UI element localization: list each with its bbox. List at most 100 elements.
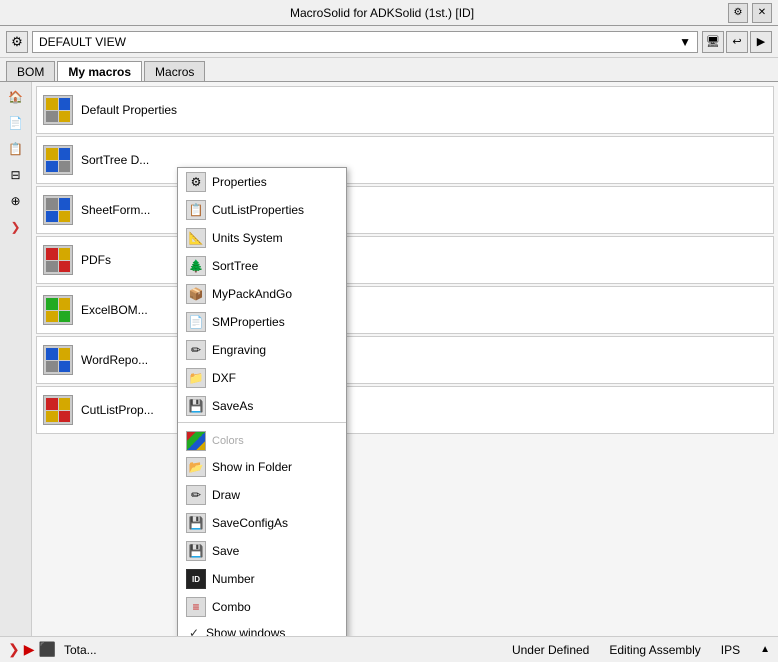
tab-macros[interactable]: Macros bbox=[144, 61, 205, 81]
menu-label-sorttree: SortTree bbox=[212, 259, 258, 273]
tab-bar: BOM My macros Macros bbox=[0, 58, 778, 82]
settings-button[interactable]: ⚙ bbox=[728, 3, 748, 23]
menu-item-properties[interactable]: ⚙ Properties bbox=[178, 168, 346, 196]
menu-label-smproperties: SMProperties bbox=[212, 315, 285, 329]
status-total-label: Tota... bbox=[64, 643, 97, 657]
menu-label-colors: Colors bbox=[212, 435, 244, 447]
macro-item-default-properties[interactable]: Default Properties bbox=[36, 86, 774, 134]
status-editing-assembly: Editing Assembly bbox=[609, 643, 700, 657]
menu-item-showwindows[interactable]: ✓ Show windows bbox=[178, 621, 346, 636]
smproperties-icon: 📄 bbox=[186, 312, 206, 332]
menu-item-save[interactable]: 💾 Save bbox=[178, 537, 346, 565]
properties-icon: ⚙ bbox=[186, 172, 206, 192]
menu-label-dxf: DXF bbox=[212, 371, 236, 385]
view-dropdown-label: DEFAULT VIEW bbox=[39, 35, 126, 49]
menu-label-engraving: Engraving bbox=[212, 343, 266, 357]
sidebar-icon-list[interactable]: 📋 bbox=[5, 138, 27, 160]
colors-section-icon bbox=[186, 431, 206, 451]
toolbar-gear-button[interactable]: ⚙ bbox=[6, 31, 28, 53]
macro-label-wordrepo: WordRepo... bbox=[81, 353, 148, 367]
menu-label-showwindows: Show windows bbox=[206, 626, 285, 636]
toolbar-icon-3[interactable]: ▶ bbox=[750, 31, 772, 53]
macro-icon-cutlistprop bbox=[43, 395, 73, 425]
title-bar-controls: ⚙ ✕ bbox=[728, 3, 772, 23]
menu-item-engraving[interactable]: ✏ Engraving bbox=[178, 336, 346, 364]
toolbar-action-icons: 🖥 ↩ ▶ bbox=[702, 31, 772, 53]
context-menu: ⚙ Properties 📋 CutListProperties 📐 Units… bbox=[177, 167, 347, 636]
menu-label-combo: Combo bbox=[212, 600, 251, 614]
status-bar: ❯ ▶ ⬛ Tota... Under Defined Editing Asse… bbox=[0, 636, 778, 662]
status-under-defined: Under Defined bbox=[512, 643, 589, 657]
save-icon: 💾 bbox=[186, 541, 206, 561]
menu-label-number: Number bbox=[212, 572, 255, 586]
status-left: ❯ ▶ ⬛ Tota... bbox=[8, 641, 97, 658]
title-bar-title: MacroSolid for ADKSolid (1st.) [ID] bbox=[36, 6, 728, 20]
sidebar-icon-grid[interactable]: ⊟ bbox=[5, 164, 27, 186]
tab-mymacros[interactable]: My macros bbox=[57, 61, 142, 81]
status-arrow-up[interactable]: ▲ bbox=[760, 644, 770, 655]
macro-item-pdfs[interactable]: PDFs bbox=[36, 236, 774, 284]
macro-item-cutlistprop[interactable]: CutListProp... bbox=[36, 386, 774, 434]
macro-icon-wordrepo bbox=[43, 345, 73, 375]
macro-label-pdfs: PDFs bbox=[81, 253, 111, 267]
sidebar-icon-table[interactable]: ⊕ bbox=[5, 190, 27, 212]
macro-item-wordrepo[interactable]: WordRepo... bbox=[36, 336, 774, 384]
macro-item-sheetform[interactable]: SheetForm... bbox=[36, 186, 774, 234]
status-ips: IPS bbox=[721, 643, 740, 657]
menu-label-saveconfigas: SaveConfigAs bbox=[212, 516, 288, 530]
status-right: Under Defined Editing Assembly IPS ▲ bbox=[512, 643, 770, 657]
status-icon-2[interactable]: ▶ bbox=[24, 641, 35, 658]
mypackandgo-icon: 📦 bbox=[186, 284, 206, 304]
menu-item-unitssystem[interactable]: 📐 Units System bbox=[178, 224, 346, 252]
content-area: Default Properties SortTree D... SheetFo… bbox=[32, 82, 778, 636]
menu-item-dxf[interactable]: 📁 DXF bbox=[178, 364, 346, 392]
menu-label-saveas: SaveAs bbox=[212, 399, 253, 413]
menu-label-draw: Draw bbox=[212, 488, 240, 502]
sidebar-icon-home[interactable]: 🏠 bbox=[5, 86, 27, 108]
tab-bom[interactable]: BOM bbox=[6, 61, 55, 81]
macro-label-cutlistprop: CutListProp... bbox=[81, 403, 154, 417]
sidebar: 🏠 📄 📋 ⊟ ⊕ ❯ bbox=[0, 82, 32, 636]
macro-item-sorttree[interactable]: SortTree D... bbox=[36, 136, 774, 184]
status-icon-1[interactable]: ❯ bbox=[8, 641, 20, 658]
menu-item-number[interactable]: ID Number bbox=[178, 565, 346, 593]
saveconfigas-icon: 💾 bbox=[186, 513, 206, 533]
macro-icon-default-properties bbox=[43, 95, 73, 125]
dxf-icon: 📁 bbox=[186, 368, 206, 388]
menu-label-mypackandgo: MyPackAndGo bbox=[212, 287, 292, 301]
menu-item-sorttree[interactable]: 🌲 SortTree bbox=[178, 252, 346, 280]
unitssystem-icon: 📐 bbox=[186, 228, 206, 248]
menu-label-properties: Properties bbox=[212, 175, 267, 189]
macro-icon-sorttree bbox=[43, 145, 73, 175]
sidebar-icon-chart[interactable]: ❯ bbox=[5, 216, 27, 238]
menu-label-save: Save bbox=[212, 544, 239, 558]
menu-section-colors: Colors bbox=[178, 425, 346, 453]
title-bar: MacroSolid for ADKSolid (1st.) [ID] ⚙ ✕ bbox=[0, 0, 778, 26]
macro-item-excelbom[interactable]: ExcelBOM... bbox=[36, 286, 774, 334]
macro-label-sheetform: SheetForm... bbox=[81, 203, 150, 217]
combo-icon: ≡ bbox=[186, 597, 206, 617]
macro-label-sorttree: SortTree D... bbox=[81, 153, 149, 167]
menu-separator-1 bbox=[178, 422, 346, 423]
menu-item-cutlistproperties[interactable]: 📋 CutListProperties bbox=[178, 196, 346, 224]
macro-label-default-properties: Default Properties bbox=[81, 103, 177, 117]
toolbar-icon-2[interactable]: ↩ bbox=[726, 31, 748, 53]
chevron-down-icon: ▼ bbox=[679, 35, 691, 49]
menu-item-combo[interactable]: ≡ Combo bbox=[178, 593, 346, 621]
menu-item-saveas[interactable]: 💾 SaveAs bbox=[178, 392, 346, 420]
menu-item-draw[interactable]: ✏ Draw bbox=[178, 481, 346, 509]
menu-label-cutlistproperties: CutListProperties bbox=[212, 203, 304, 217]
menu-item-smproperties[interactable]: 📄 SMProperties bbox=[178, 308, 346, 336]
draw-icon: ✏ bbox=[186, 485, 206, 505]
toolbar-icon-1[interactable]: 🖥 bbox=[702, 31, 724, 53]
macro-label-excelbom: ExcelBOM... bbox=[81, 303, 148, 317]
sidebar-icon-doc[interactable]: 📄 bbox=[5, 112, 27, 134]
close-button[interactable]: ✕ bbox=[752, 3, 772, 23]
menu-item-mypackandgo[interactable]: 📦 MyPackAndGo bbox=[178, 280, 346, 308]
view-dropdown[interactable]: DEFAULT VIEW ▼ bbox=[32, 31, 698, 53]
cutlistproperties-icon: 📋 bbox=[186, 200, 206, 220]
menu-item-showinfolder[interactable]: 📂 Show in Folder bbox=[178, 453, 346, 481]
menu-item-saveconfigas[interactable]: 💾 SaveConfigAs bbox=[178, 509, 346, 537]
status-icon-3[interactable]: ⬛ bbox=[39, 641, 56, 658]
saveas-icon: 💾 bbox=[186, 396, 206, 416]
